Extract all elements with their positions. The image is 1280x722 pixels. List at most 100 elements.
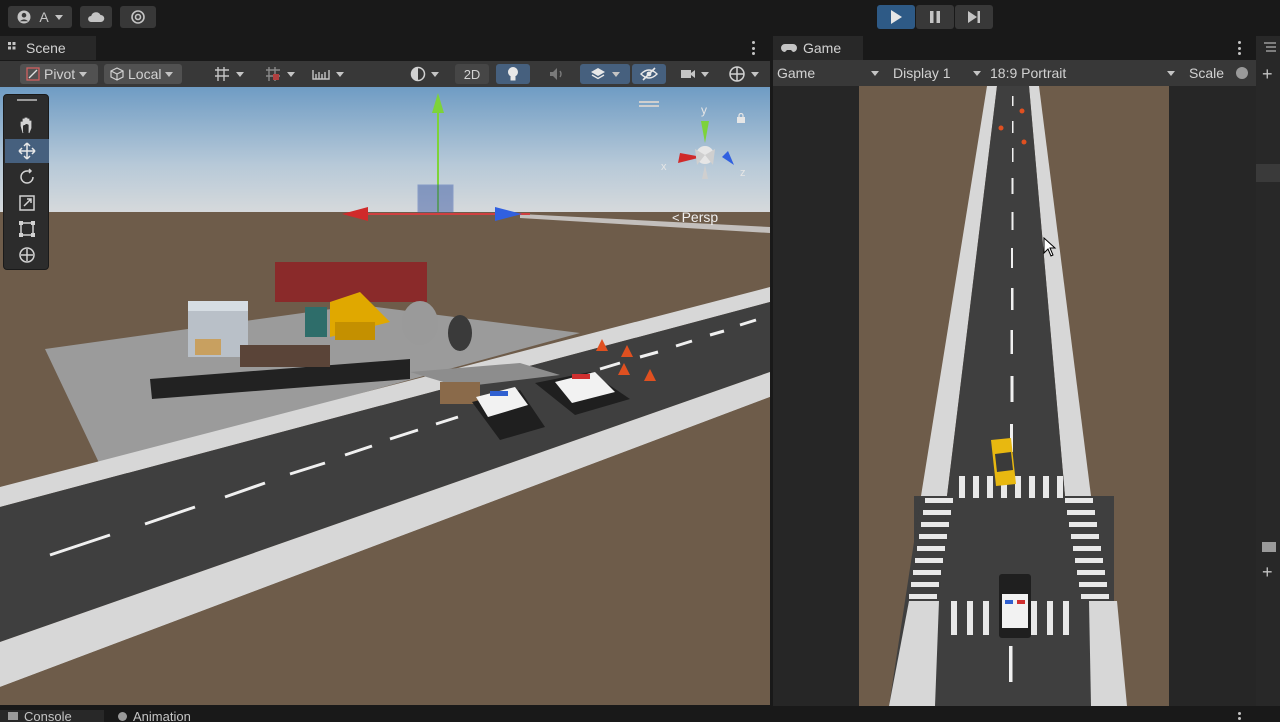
cloud-button[interactable] [80,6,112,28]
audio-toggle[interactable] [540,64,574,84]
lighting-toggle[interactable] [496,64,530,84]
aspect-label: 18:9 Portrait [990,65,1067,81]
mode-2d-button[interactable]: 2D [455,64,489,84]
collab-button[interactable] [120,6,156,28]
pivot-label: Pivot [44,66,76,82]
pause-button[interactable] [916,5,954,29]
tools-overlay [3,94,49,270]
game-more-icon[interactable] [1237,41,1241,55]
account-icon [17,10,31,24]
tab-scene[interactable]: Scene [0,36,96,60]
game-viewport[interactable] [773,86,1256,706]
rotate-tool-icon [20,168,34,184]
effects-dropdown[interactable] [580,64,630,84]
increment-snap-button[interactable] [258,64,302,84]
hierarchy-list-icon[interactable] [1260,40,1278,54]
console-tab-label: Console [24,710,72,722]
scene-tabbar: Scene [0,36,770,60]
cloud-icon [88,12,105,22]
cube-icon [110,67,124,81]
collab-icon [131,10,145,24]
scale-label: Scale [1189,65,1225,81]
chevron-down-icon [54,14,63,20]
gizmo-y-label: y [701,103,707,117]
game-render [859,86,1169,706]
transform-tool-button[interactable] [5,243,49,267]
step-icon [968,11,980,23]
effects-layers-icon [591,68,605,80]
play-button[interactable] [877,5,915,29]
tab-animation[interactable]: Animation [112,710,232,722]
add-icon[interactable]: + [1262,64,1273,85]
mode-2d-label: 2D [463,66,481,82]
move-tool-button[interactable] [5,139,49,163]
ruler-button[interactable] [306,64,350,84]
scale-slider-thumb[interactable] [1236,67,1248,79]
main-toolbar: A [0,0,1280,36]
display-label: Display 1 [893,65,951,81]
animation-tab-label: Animation [133,710,191,722]
hand-tool-button[interactable] [5,113,49,137]
hidden-objects-toggle[interactable] [632,64,666,84]
display-dropdown[interactable]: Display 1 [893,64,981,82]
tab-console[interactable]: Console [0,710,104,722]
scene-tab-label: Scene [26,40,66,56]
increment-snap-icon [266,67,280,81]
rotate-tool-button[interactable] [5,165,49,189]
audio-icon [550,68,562,80]
bottom-tabbar: Console Animation [0,706,1280,722]
gizmo-z-label: z [740,167,746,179]
eye-slash-icon [640,67,658,81]
game-toolbar: Game Display 1 18:9 Portrait Scale [773,60,1256,86]
add-asset-icon[interactable]: + [1262,562,1273,583]
game-tabbar: Game [773,36,1256,60]
dock-item[interactable] [1256,164,1280,182]
overlay-handle[interactable] [17,99,37,101]
persp-label: Persp [681,209,719,225]
ruler-icon [312,70,330,80]
play-icon [891,10,902,24]
game-view-dropdown[interactable]: Game [777,64,879,82]
chevron-down-icon [165,71,174,77]
console-icon [8,712,18,720]
lightbulb-icon [508,67,518,81]
move-tool-icon [18,142,36,160]
scale-tool-icon [19,195,35,211]
right-dock-strip: + + [1256,36,1280,706]
gamepad-icon [781,44,797,52]
step-button[interactable] [955,5,993,29]
folder-icon[interactable] [1262,542,1276,552]
pivot-dropdown[interactable]: Pivot [20,64,98,84]
gizmos-dropdown[interactable] [720,64,766,84]
camera-dropdown[interactable] [672,64,716,84]
tab-game[interactable]: Game [773,36,863,60]
scene-more-icon[interactable] [751,41,755,55]
perspective-toggle[interactable]: < Persp [672,209,718,225]
scene-viewport[interactable]: y x z < Persp [0,87,770,705]
chevron-down-icon [1167,70,1175,76]
chevron-down-icon [430,71,439,77]
chevron-down-icon [973,70,981,76]
animation-icon [118,711,127,721]
account-dropdown[interactable]: A [8,6,72,28]
space-dropdown[interactable]: Local [104,64,182,84]
chevron-down-icon [750,71,759,77]
pivot-icon [26,67,40,81]
account-label: A [39,9,49,25]
aspect-dropdown[interactable]: 18:9 Portrait [990,64,1175,82]
pause-icon [930,11,940,23]
grid-snap-icon [215,67,229,81]
game-view-label: Game [777,65,816,81]
camera-icon [680,70,695,78]
shading-mode-button[interactable] [404,64,444,84]
persp-chevron-icon: < [672,209,680,225]
scale-tool-button[interactable] [5,191,49,215]
game-tab-label: Game [803,40,842,56]
bottom-more-icon[interactable] [1237,712,1241,720]
lock-icon[interactable] [736,113,746,123]
gizmo-globe-icon [728,66,745,82]
chevron-down-icon [236,71,244,77]
grid-snap-button[interactable] [206,64,252,84]
rect-tool-button[interactable] [5,217,49,241]
orientation-gizmo[interactable]: y x z [660,103,752,197]
